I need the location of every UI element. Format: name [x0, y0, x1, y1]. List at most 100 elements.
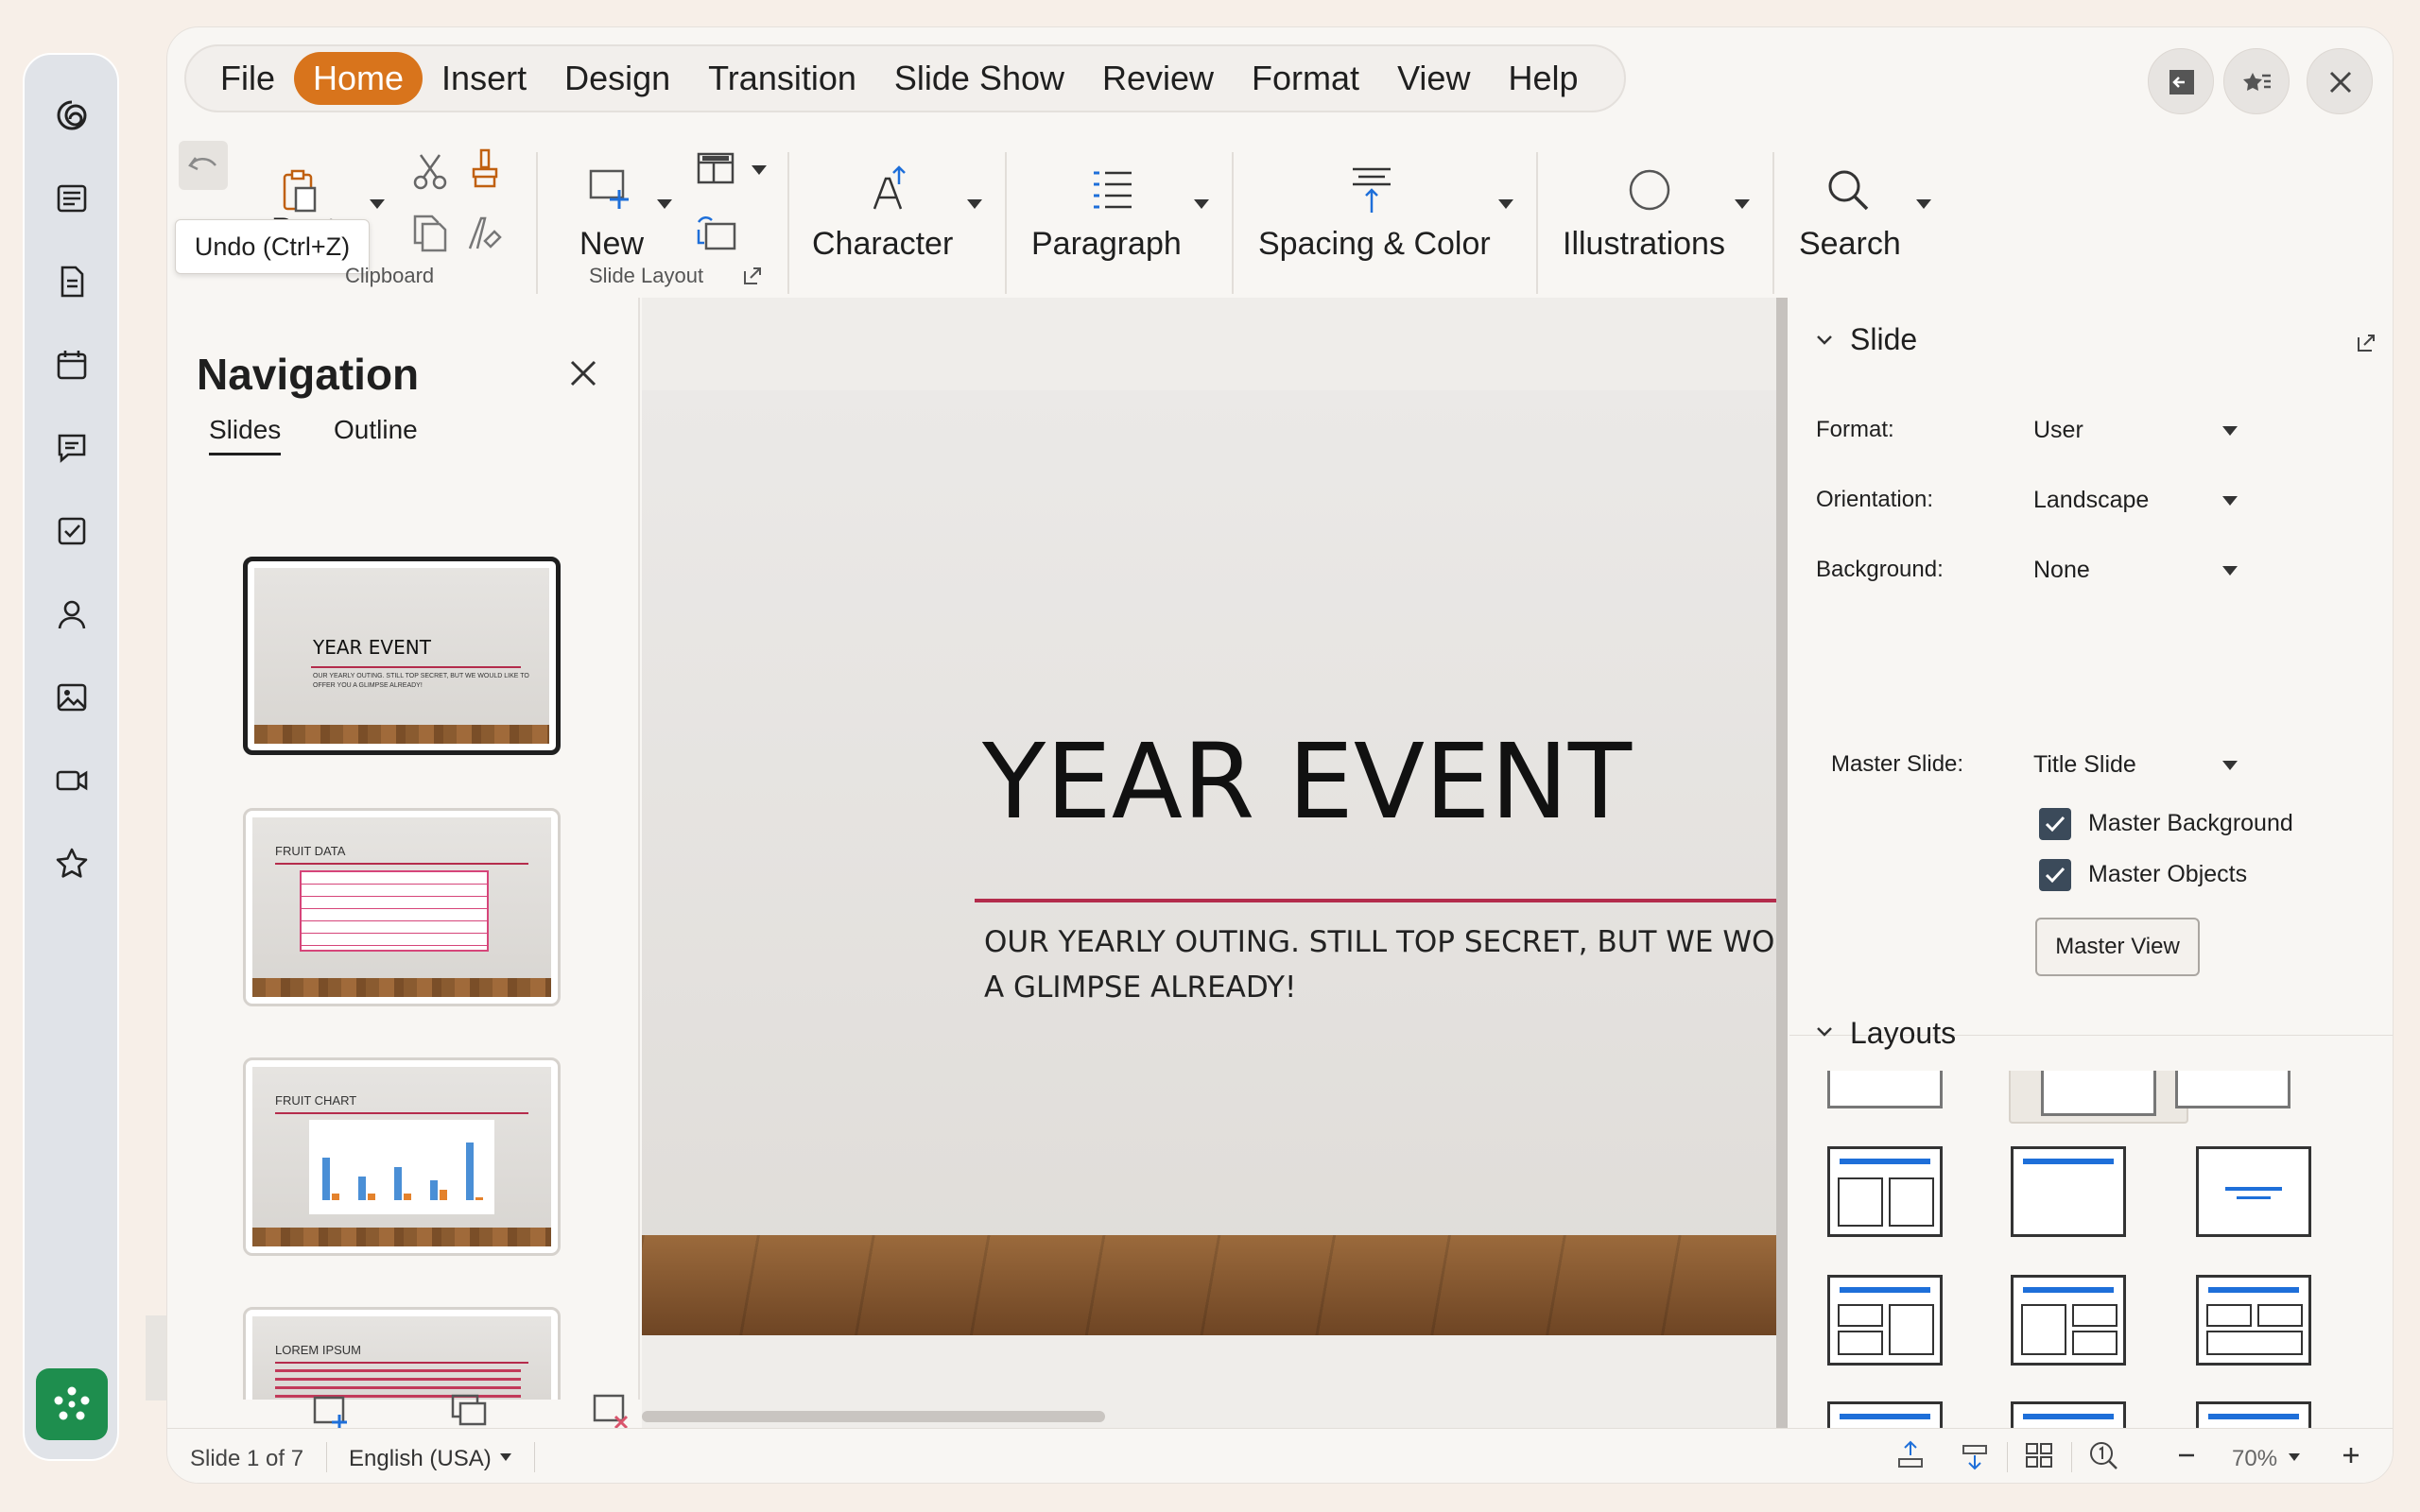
dialog-launcher-icon[interactable]: [742, 266, 763, 286]
paste-dropdown[interactable]: [370, 199, 385, 209]
language-dropdown[interactable]: [500, 1453, 511, 1461]
zoom-one-icon[interactable]: [2086, 1438, 2120, 1472]
character-button[interactable]: Character: [812, 162, 973, 266]
master-slide-dropdown[interactable]: [2222, 761, 2238, 770]
video-icon[interactable]: [55, 764, 89, 798]
master-view-button[interactable]: Master View: [2035, 918, 2200, 976]
illustrations-dropdown[interactable]: [1735, 199, 1750, 209]
tab-slides[interactable]: Slides: [209, 415, 282, 455]
menu-format[interactable]: Format: [1233, 52, 1378, 105]
menu-file[interactable]: File: [201, 52, 294, 105]
sidebar-toggle-button[interactable]: [2148, 48, 2214, 114]
horizontal-scrollbar[interactable]: [642, 1411, 1105, 1422]
swirl-logo-icon[interactable]: [55, 98, 89, 132]
slide-thumbnail-1[interactable]: YEAR EVENT OUR YEARLY OUTING. STILL TOP …: [243, 557, 561, 755]
slide-thumbnail-3[interactable]: FRUIT CHART: [243, 1057, 561, 1256]
language-select[interactable]: English (USA): [349, 1446, 492, 1472]
chat-icon[interactable]: [55, 431, 89, 465]
slide-section-header[interactable]: Slide: [1850, 322, 1917, 357]
slide-thumbnail-2[interactable]: FRUIT DATA: [243, 808, 561, 1006]
layout-content-left[interactable]: [2011, 1275, 2126, 1366]
slide-canvas[interactable]: YEAR EVENT OUR YEARLY OUTING. STILL TOP …: [642, 298, 1776, 1428]
calendar-icon[interactable]: [55, 348, 89, 382]
undo-button[interactable]: [179, 141, 228, 190]
zoom-dropdown[interactable]: [2289, 1453, 2300, 1461]
chevron-down-icon[interactable]: [1814, 330, 1835, 351]
layout-title-two-content[interactable]: [1827, 1146, 1943, 1237]
format-select[interactable]: User: [2033, 417, 2083, 444]
background-dropdown[interactable]: [2222, 566, 2238, 576]
master-background-checkbox[interactable]: [2039, 808, 2071, 840]
slide-layout-group-label: Slide Layout: [589, 264, 704, 287]
layout-title-vertical[interactable]: [2196, 1401, 2311, 1428]
menu-slide-show[interactable]: Slide Show: [875, 52, 1083, 105]
close-document-button[interactable]: [2307, 48, 2373, 114]
layout-title-only[interactable]: [2175, 1071, 2290, 1108]
tasks-icon[interactable]: [55, 514, 89, 548]
zoom-in-icon[interactable]: [2336, 1440, 2366, 1470]
clear-formatting-icon[interactable]: [464, 213, 506, 254]
contacts-icon[interactable]: [55, 597, 89, 631]
slide-layout-icon[interactable]: [695, 150, 736, 188]
document-icon[interactable]: [55, 265, 89, 299]
search-dropdown[interactable]: [1916, 199, 1931, 209]
orientation-select[interactable]: Landscape: [2033, 487, 2149, 514]
master-slide-select[interactable]: Title Slide: [2033, 751, 2136, 779]
paragraph-label: Paragraph: [1031, 226, 1182, 262]
master-objects-checkbox[interactable]: [2039, 859, 2071, 891]
slide-layout-dropdown[interactable]: [752, 165, 767, 175]
spacing-color-button[interactable]: Spacing & Color: [1258, 162, 1491, 266]
layout-blank[interactable]: [1827, 1071, 1943, 1108]
layout-three-content[interactable]: [1827, 1275, 1943, 1366]
chevron-down-icon[interactable]: [1814, 1022, 1835, 1042]
paragraph-button[interactable]: Paragraph: [1031, 162, 1192, 266]
photos-icon[interactable]: [55, 680, 89, 714]
menu-insert[interactable]: Insert: [423, 52, 545, 105]
menu-design[interactable]: Design: [545, 52, 689, 105]
orientation-dropdown[interactable]: [2222, 496, 2238, 506]
layout-six-content[interactable]: [2011, 1401, 2126, 1428]
copy-icon[interactable]: [409, 213, 451, 254]
layouts-section-header[interactable]: Layouts: [1850, 1016, 1956, 1051]
slide-subtitle[interactable]: OUR YEARLY OUTING. STILL TOP SECRET, BUT…: [984, 919, 1776, 1010]
apps-button[interactable]: [36, 1368, 108, 1440]
cut-icon[interactable]: [409, 150, 451, 192]
zoom-out-icon[interactable]: [2171, 1440, 2202, 1470]
fit-width-icon[interactable]: [1893, 1438, 1927, 1472]
star-icon[interactable]: [55, 847, 89, 881]
illustrations-button[interactable]: Illustrations: [1563, 162, 1733, 266]
undo-tooltip: Undo (Ctrl+Z): [175, 219, 370, 274]
spacing-color-dropdown[interactable]: [1498, 199, 1513, 209]
duplicate-slide-icon[interactable]: [693, 213, 738, 254]
zoom-level[interactable]: 70%: [2232, 1446, 2277, 1472]
news-icon[interactable]: [55, 181, 89, 215]
menu-home[interactable]: Home: [294, 52, 424, 105]
clone-formatting-icon[interactable]: [464, 146, 506, 192]
menu-transition[interactable]: Transition: [689, 52, 875, 105]
background-select[interactable]: None: [2033, 557, 2090, 584]
new-slide-button[interactable]: New: [564, 162, 659, 266]
menu-view[interactable]: View: [1378, 52, 1489, 105]
tab-outline[interactable]: Outline: [334, 415, 418, 445]
open-external-icon[interactable]: [2355, 332, 2377, 354]
slide-1[interactable]: YEAR EVENT OUR YEARLY OUTING. STILL TOP …: [642, 390, 1776, 1335]
layout-content-top[interactable]: [2196, 1275, 2311, 1366]
close-navigation-icon[interactable]: [564, 354, 602, 392]
character-dropdown[interactable]: [967, 199, 982, 209]
layout-four-content[interactable]: [1827, 1401, 1943, 1428]
menu-help[interactable]: Help: [1489, 52, 1597, 105]
master-slide-label: Master Slide:: [1831, 751, 1964, 777]
layout-title[interactable]: [2011, 1146, 2126, 1237]
sidebar-splitter[interactable]: [1776, 298, 1788, 1428]
new-slide-dropdown[interactable]: [657, 199, 672, 209]
layout-centered-text[interactable]: [2196, 1146, 2311, 1237]
search-button[interactable]: Search: [1799, 162, 1912, 266]
slide-sorter-icon[interactable]: [2022, 1438, 2056, 1472]
format-dropdown[interactable]: [2222, 426, 2238, 436]
paragraph-dropdown[interactable]: [1194, 199, 1209, 209]
menu-review[interactable]: Review: [1083, 52, 1233, 105]
layout-selected-highlight[interactable]: [2009, 1071, 2188, 1124]
fit-page-icon[interactable]: [1958, 1438, 1992, 1472]
favorites-button[interactable]: [2223, 48, 2290, 114]
slide-title[interactable]: YEAR EVENT: [982, 721, 1632, 842]
